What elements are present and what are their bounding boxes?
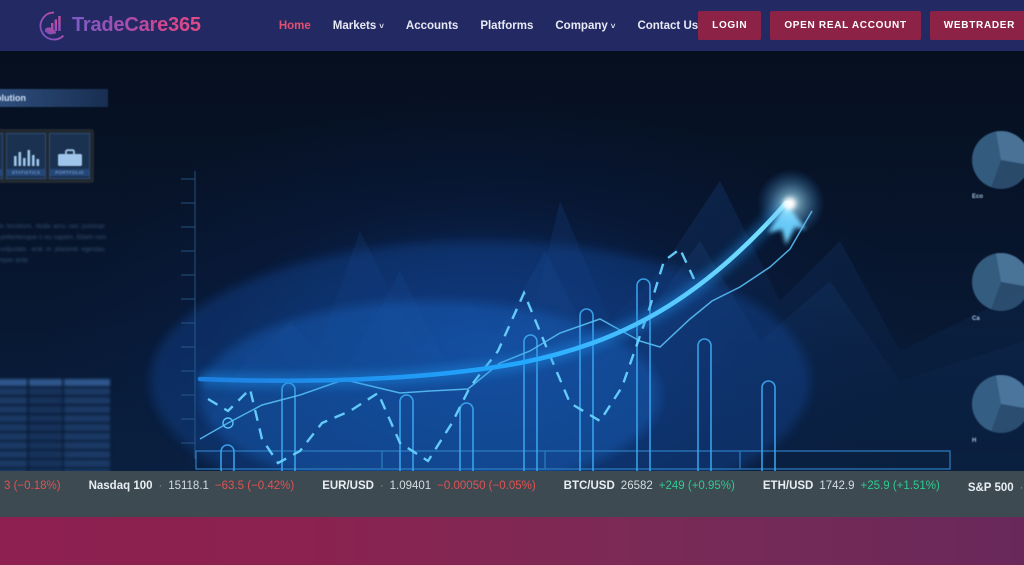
chevron-down-icon: ˅: [379, 21, 384, 31]
table-row: [0, 442, 111, 449]
briefcase-icon: [57, 149, 82, 166]
ticker-dot: ·: [158, 480, 163, 492]
header-actions: LOGIN OPEN REAL ACCOUNT WEBTRADER Englis…: [698, 11, 1024, 40]
nav-label: Company: [555, 19, 608, 32]
hero-chart: [150, 169, 951, 471]
left-panel-card-label: STATISTICS: [6, 169, 46, 176]
ticker-item-eurusd[interactable]: EUR/USD · 1.09401 −0.00050 (−0.05%): [308, 480, 549, 492]
site-header: TradeCare365 Home Markets ˅ Accounts Pla…: [0, 0, 1024, 51]
right-panel-item: Eco: [972, 131, 1024, 215]
ticker-tape[interactable]: 3 (−0.18%) Nasdaq 100 · 15118.1 −63.5 (−…: [0, 471, 1024, 501]
left-panel-card-statistics[interactable]: STATISTICS: [5, 133, 47, 179]
nav-label: Home: [278, 19, 311, 32]
chart-tip-core: [783, 198, 795, 210]
nav-item-accounts[interactable]: Accounts: [406, 20, 458, 32]
table-row: [0, 406, 111, 413]
nav-item-markets[interactable]: Markets ˅: [333, 20, 384, 32]
table-row: [0, 388, 111, 395]
left-overlay-panel: Evolution CHARTS: [0, 89, 118, 471]
left-panel-card-label: PORTFOLIO: [50, 169, 90, 176]
ticker-item-ethusd[interactable]: ETH/USD 1742.9 +25.9 (+1.51%): [749, 480, 954, 492]
chevron-down-icon: ˅: [610, 21, 616, 31]
table-row: [0, 451, 111, 458]
left-panel-title: Evolution: [0, 89, 108, 107]
right-panel-label: Ca: [972, 316, 980, 322]
ticker-symbol: BTC/USD: [563, 480, 615, 492]
nav-label: Markets: [332, 19, 377, 32]
table-row: [0, 460, 111, 467]
webtrader-button[interactable]: WEBTRADER: [929, 11, 1024, 40]
nav-item-platforms[interactable]: Platforms: [480, 20, 533, 32]
left-panel-card-portfolio[interactable]: PORTFOLIO: [49, 133, 91, 179]
table-row: [0, 397, 111, 404]
ticker-item-nasdaq-100[interactable]: Nasdaq 100 · 15118.1 −63.5 (−0.42%): [75, 480, 309, 492]
pie-chart-icon: [972, 375, 1024, 433]
ticker-last: 1.09401: [389, 480, 432, 492]
page-root: Evolution CHARTS: [0, 0, 1024, 565]
left-panel-table: [0, 379, 111, 471]
ticker-last: 15118.1: [168, 480, 209, 492]
ticker-last: 1742.9: [819, 480, 855, 492]
pie-chart-icon: [972, 253, 1024, 311]
logo-text: TradeCare365: [72, 14, 201, 36]
login-button[interactable]: LOGIN: [698, 11, 762, 40]
table-row: [0, 424, 111, 431]
pie-chart-icon: [972, 131, 1024, 189]
nav-item-company[interactable]: Company ˅: [555, 20, 615, 32]
footer-slate-band: [0, 501, 1024, 517]
ticker-change: +249 (+0.95%): [658, 480, 735, 492]
nav-item-home[interactable]: Home: [279, 20, 311, 32]
bar-chart-icon: [14, 150, 40, 166]
table-row: [0, 433, 111, 440]
left-panel-cards: CHARTS STATISTICS: [0, 129, 94, 183]
right-panel-label: H: [972, 438, 977, 444]
main-nav: Home Markets ˅ Accounts Platforms Compan…: [279, 20, 698, 32]
right-panel-item: Ca: [972, 253, 1024, 337]
nav-label: Platforms: [480, 19, 534, 32]
ticker-symbol: Nasdaq 100: [88, 480, 153, 492]
ticker-last: 26582: [620, 480, 653, 492]
ticker-symbol: ETH/USD: [762, 480, 814, 492]
ticker-change: −0.00050 (−0.05%): [437, 480, 536, 492]
right-overlay-panel: Eco Ca H: [972, 131, 1024, 471]
open-real-account-button[interactable]: OPEN REAL ACCOUNT: [770, 11, 921, 40]
nav-label: Contact Us: [637, 19, 699, 32]
ticker-item[interactable]: 3 (−0.18%): [0, 480, 75, 492]
ticker-change: +25.9 (+1.51%): [860, 480, 940, 492]
ticker-dot: ·: [1019, 481, 1024, 494]
nav-item-contact-us[interactable]: Contact Us: [637, 20, 698, 32]
ticker-change: 3 (−0.18%): [4, 480, 61, 492]
footer-magenta-band: [0, 517, 1024, 565]
ticker-symbol: S&P 500: [967, 481, 1014, 494]
ticker-item-btcusd[interactable]: BTC/USD 26582 +249 (+0.95%): [550, 480, 749, 492]
table-row: [0, 379, 111, 386]
left-panel-card-charts[interactable]: CHARTS: [0, 133, 3, 179]
table-row: [0, 415, 111, 422]
right-panel-item: H: [972, 375, 1024, 459]
left-panel-lorem: nc dictum mollis tincidunt. Nulla arcu n…: [0, 223, 106, 265]
nav-label: Accounts: [405, 19, 459, 32]
hero-section: Evolution CHARTS: [0, 51, 1024, 471]
ticker-symbol: EUR/USD: [322, 480, 374, 492]
ticker-dot: ·: [379, 480, 384, 492]
right-panel-label: Eco: [972, 194, 984, 200]
ticker-change: −63.5 (−0.42%): [214, 480, 295, 492]
logo[interactable]: TradeCare365: [38, 0, 201, 51]
left-panel-card-label: CHARTS: [0, 169, 2, 176]
ticker-item-sp500[interactable]: S&P 500 ·: [954, 479, 1024, 494]
chart-hand-logo-icon: [38, 10, 70, 42]
